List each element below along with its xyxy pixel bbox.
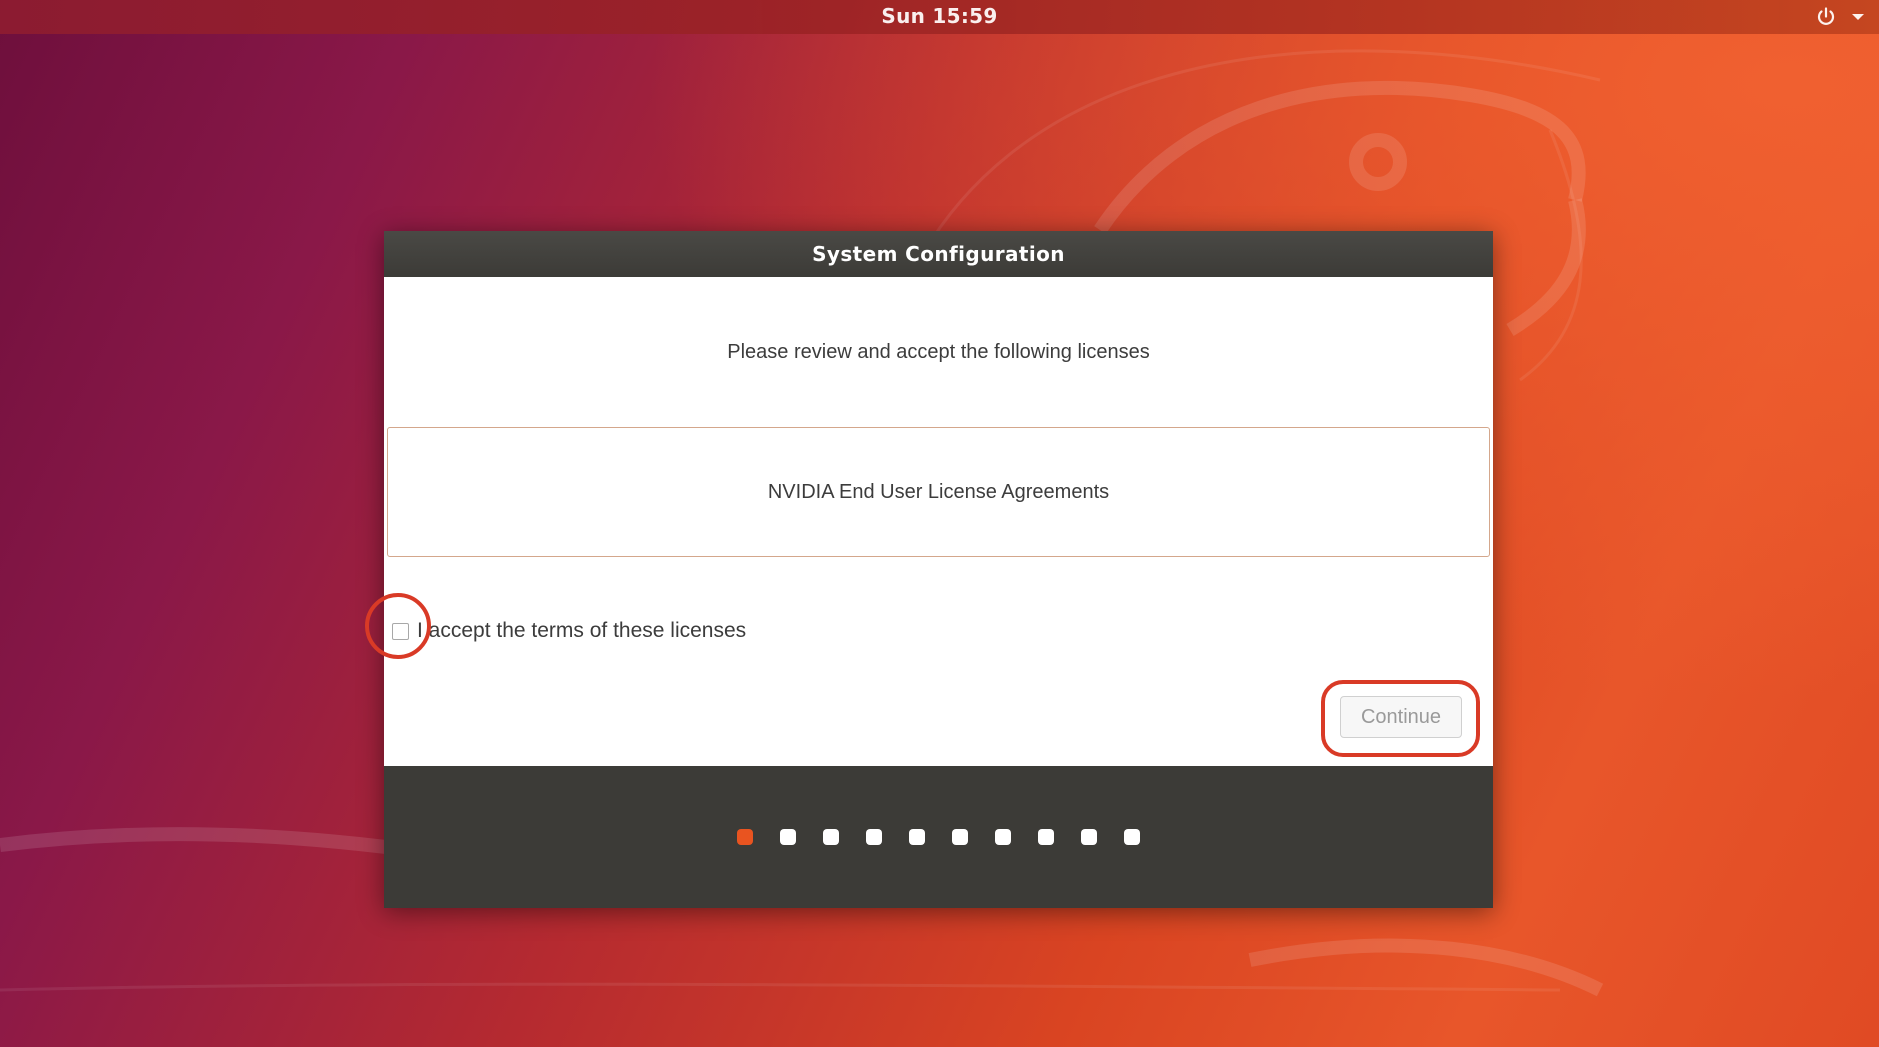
- progress-dot-3: [823, 829, 839, 845]
- progress-dot-5: [909, 829, 925, 845]
- desktop: Sun 15:59 System Configuration Please re…: [0, 0, 1879, 1047]
- progress-dot-7: [995, 829, 1011, 845]
- license-item[interactable]: NVIDIA End User License Agreements: [768, 481, 1109, 504]
- top-panel: Sun 15:59: [0, 0, 1879, 34]
- accept-license-row[interactable]: I accept the terms of these licenses: [392, 619, 746, 643]
- power-icon[interactable]: [1815, 6, 1837, 28]
- progress-dot-2: [780, 829, 796, 845]
- dialog-footer: [384, 766, 1493, 908]
- progress-dot-4: [866, 829, 882, 845]
- system-menu[interactable]: [1815, 0, 1865, 34]
- progress-dot-8: [1038, 829, 1054, 845]
- continue-button[interactable]: Continue: [1340, 696, 1462, 738]
- clock[interactable]: Sun 15:59: [0, 0, 1879, 34]
- chevron-down-icon[interactable]: [1851, 12, 1865, 22]
- system-configuration-dialog: System Configuration Please review and a…: [365, 231, 1493, 908]
- progress-dot-1: [737, 829, 753, 845]
- accept-license-label[interactable]: I accept the terms of these licenses: [417, 619, 746, 643]
- instruction-text: Please review and accept the following l…: [727, 341, 1150, 363]
- progress-dot-6: [952, 829, 968, 845]
- license-list: NVIDIA End User License Agreements: [387, 427, 1490, 557]
- progress-dots: [384, 829, 1493, 845]
- progress-dot-10: [1124, 829, 1140, 845]
- checkbox-highlight-circle: [365, 593, 431, 659]
- dialog-title: System Configuration: [384, 231, 1493, 277]
- dialog-content: Please review and accept the following l…: [365, 277, 1493, 766]
- progress-dot-9: [1081, 829, 1097, 845]
